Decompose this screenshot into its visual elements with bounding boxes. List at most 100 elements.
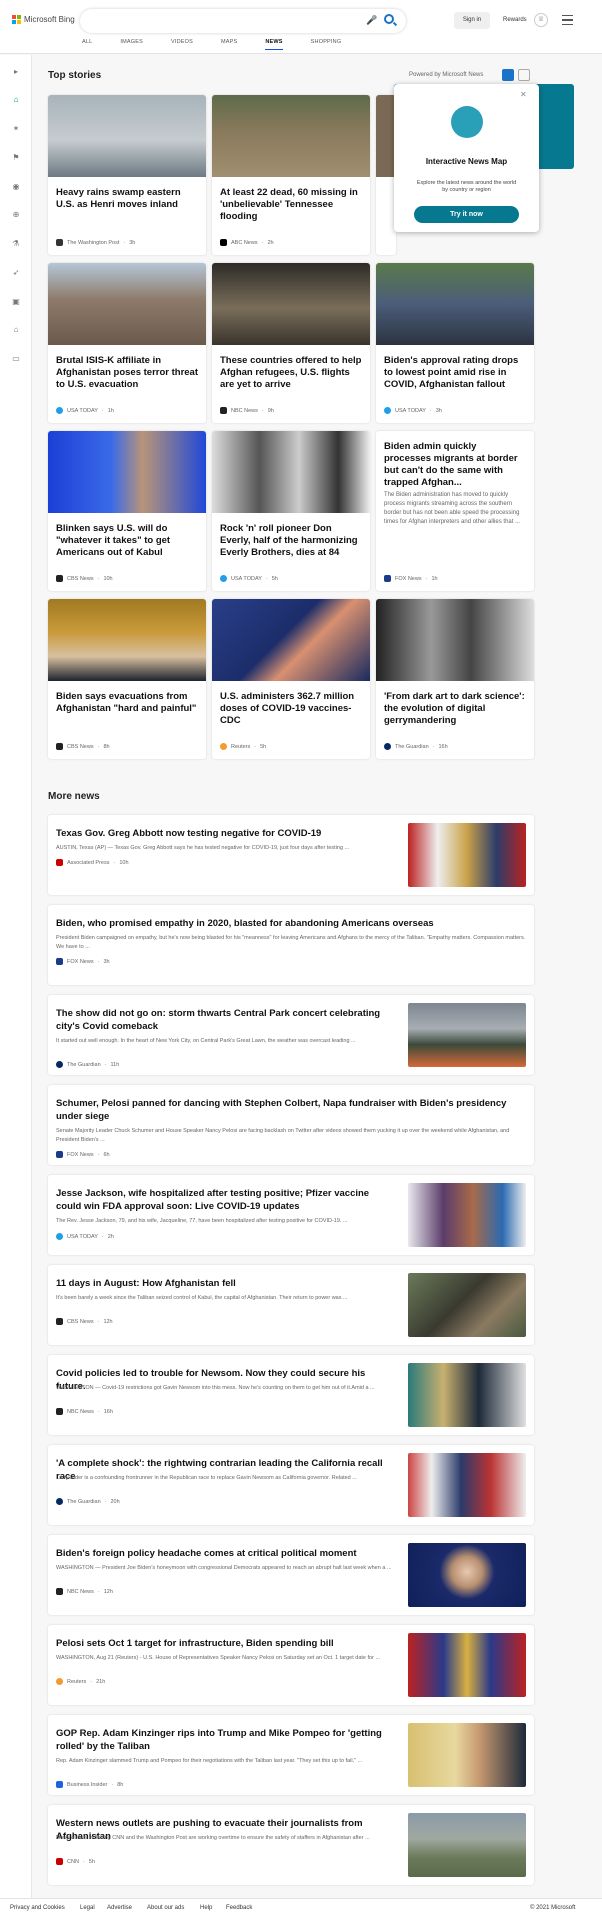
microsoft-logo-icon: [12, 15, 21, 24]
story-card[interactable]: These countries offered to help Afghan r…: [212, 263, 370, 423]
footer-link-privacy[interactable]: Privacy and Cookies: [10, 1905, 65, 1911]
flag-icon[interactable]: ⚑: [9, 151, 23, 165]
source-logo-icon: [220, 575, 227, 582]
news-row[interactable]: Western news outlets are pushing to evac…: [48, 1805, 534, 1885]
bank-icon[interactable]: ⌂: [9, 323, 23, 337]
news-row[interactable]: Texas Gov. Greg Abbott now testing negat…: [48, 815, 534, 895]
news-row[interactable]: Pelosi sets Oct 1 target for infrastruct…: [48, 1625, 534, 1705]
story-snippet: The Biden administration has moved to qu…: [384, 492, 521, 525]
story-card[interactable]: Blinken says U.S. will do "whatever it t…: [48, 431, 206, 591]
row-source: The Guardian · 20h: [56, 1498, 120, 1505]
row-title[interactable]: GOP Rep. Adam Kinzinger rips into Trump …: [56, 1727, 396, 1753]
story-card[interactable]: Biden admin quickly processes migrants a…: [376, 431, 534, 591]
row-title[interactable]: 11 days in August: How Afghanistan fell: [56, 1277, 396, 1290]
story-card[interactable]: 'From dark art to dark science': the evo…: [376, 599, 534, 759]
try-it-now-button[interactable]: Try it now: [414, 206, 519, 223]
row-title[interactable]: The show did not go on: storm thwarts Ce…: [56, 1007, 396, 1033]
story-card[interactable]: At least 22 dead, 60 missing in 'unbelie…: [212, 95, 370, 255]
close-icon[interactable]: ✕: [520, 90, 527, 99]
search-input[interactable]: 🎤: [80, 9, 406, 33]
nav-tabs: ALL IMAGES VIDEOS MAPS NEWS SHOPPING: [82, 39, 369, 50]
microphone-icon[interactable]: 🎤: [366, 15, 377, 26]
rewards-link[interactable]: Rewards: [503, 17, 527, 23]
footer-link-about-ads[interactable]: About our ads: [147, 1905, 184, 1911]
news-row[interactable]: GOP Rep. Adam Kinzinger rips into Trump …: [48, 1715, 534, 1795]
row-image: [408, 1813, 526, 1877]
story-source: CBS News · 8h: [56, 743, 110, 750]
story-source: ABC News · 2h: [220, 239, 274, 246]
search-icon[interactable]: [384, 14, 394, 24]
row-title[interactable]: Biden, who promised empathy in 2020, bla…: [56, 917, 526, 930]
story-card[interactable]: Brutal ISIS-K affiliate in Afghanistan p…: [48, 263, 206, 423]
story-card[interactable]: Biden's approval rating drops to lowest …: [376, 263, 534, 423]
news-row[interactable]: The show did not go on: storm thwarts Ce…: [48, 995, 534, 1075]
story-title[interactable]: Brutal ISIS-K affiliate in Afghanistan p…: [56, 355, 198, 391]
signin-button[interactable]: Sign in: [454, 12, 490, 29]
story-title[interactable]: Rock 'n' roll pioneer Don Everly, half o…: [220, 523, 362, 559]
grid-view-icon[interactable]: [502, 69, 514, 81]
hamburger-menu-icon[interactable]: [562, 15, 573, 25]
story-card[interactable]: Rock 'n' roll pioneer Don Everly, half o…: [212, 431, 370, 591]
tab-shopping[interactable]: SHOPPING: [311, 39, 342, 50]
story-title[interactable]: 'From dark art to dark science': the evo…: [384, 691, 526, 727]
row-title[interactable]: Jesse Jackson, wife hospitalized after t…: [56, 1187, 396, 1213]
row-title[interactable]: Pelosi sets Oct 1 target for infrastruct…: [56, 1637, 396, 1650]
news-row[interactable]: Biden's foreign policy headache comes at…: [48, 1535, 534, 1615]
science-icon[interactable]: ⚗: [9, 237, 23, 251]
row-snippet: The Rev. Jesse Jackson, 79, and his wife…: [56, 1218, 348, 1224]
tab-all[interactable]: ALL: [82, 39, 92, 50]
story-image: [48, 599, 206, 681]
footer-link-advertise[interactable]: Advertise: [107, 1905, 132, 1911]
story-card[interactable]: U.S. administers 362.7 million doses of …: [212, 599, 370, 759]
story-title[interactable]: Heavy rains swamp eastern U.S. as Henri …: [56, 187, 198, 211]
story-title[interactable]: Biden admin quickly processes migrants a…: [384, 441, 526, 489]
news-row[interactable]: 11 days in August: How Afghanistan fell …: [48, 1265, 534, 1345]
story-title[interactable]: These countries offered to help Afghan r…: [220, 355, 362, 391]
news-row[interactable]: Covid policies led to trouble for Newsom…: [48, 1355, 534, 1435]
story-card[interactable]: Heavy rains swamp eastern U.S. as Henri …: [48, 95, 206, 255]
map-view-icon[interactable]: [518, 69, 530, 81]
rocket-icon[interactable]: ➶: [9, 266, 23, 280]
story-image: [376, 95, 396, 177]
tab-videos[interactable]: VIDEOS: [171, 39, 193, 50]
news-row[interactable]: Schumer, Pelosi panned for dancing with …: [48, 1085, 534, 1165]
row-image: [408, 1183, 526, 1247]
bing-logo[interactable]: Microsoft Bing: [12, 15, 75, 24]
rewards-trophy-icon[interactable]: ♕: [534, 13, 548, 27]
row-title[interactable]: Texas Gov. Greg Abbott now testing negat…: [56, 827, 396, 840]
source-logo-icon: [56, 1061, 63, 1068]
news-row[interactable]: Biden, who promised empathy in 2020, bla…: [48, 905, 534, 985]
location-icon[interactable]: ◉: [9, 180, 23, 194]
row-title[interactable]: Biden's foreign policy headache comes at…: [56, 1547, 396, 1560]
row-title[interactable]: Schumer, Pelosi panned for dancing with …: [56, 1097, 526, 1123]
row-source: CBS News · 12h: [56, 1318, 113, 1325]
row-snippet: Senate Majority Leader Chuck Schumer and…: [56, 1128, 510, 1143]
sports-icon[interactable]: ✶: [9, 122, 23, 136]
money-icon[interactable]: ▭: [9, 352, 23, 366]
story-card[interactable]: Biden says evacuations from Afghanistan …: [48, 599, 206, 759]
story-card[interactable]: [376, 95, 396, 255]
tab-images[interactable]: IMAGES: [120, 39, 143, 50]
story-image: [48, 263, 206, 345]
entertainment-icon[interactable]: ▣: [9, 295, 23, 309]
footer-link-legal[interactable]: Legal: [80, 1905, 95, 1911]
globe-icon[interactable]: ⊕: [9, 208, 23, 222]
story-title[interactable]: Biden's approval rating drops to lowest …: [384, 355, 526, 391]
top-stories-heading: Top stories: [48, 70, 102, 81]
story-title[interactable]: Biden says evacuations from Afghanistan …: [56, 691, 198, 715]
story-title[interactable]: U.S. administers 362.7 million doses of …: [220, 691, 362, 727]
story-title[interactable]: Blinken says U.S. will do "whatever it t…: [56, 523, 198, 559]
row-source: FOX News · 3h: [56, 958, 110, 965]
news-row[interactable]: 'A complete shock': the rightwing contra…: [48, 1445, 534, 1525]
tab-news[interactable]: NEWS: [265, 39, 283, 50]
tab-maps[interactable]: MAPS: [221, 39, 237, 50]
footer-link-feedback[interactable]: Feedback: [226, 1905, 252, 1911]
source-logo-icon: [56, 743, 63, 750]
source-logo-icon: [56, 1678, 63, 1685]
home-icon[interactable]: ⌂: [9, 93, 23, 107]
story-title[interactable]: At least 22 dead, 60 missing in 'unbelie…: [220, 187, 362, 223]
expand-chevron-icon[interactable]: ▸: [9, 65, 23, 79]
story-source: USA TODAY · 3h: [384, 407, 442, 414]
footer-link-help[interactable]: Help: [200, 1905, 212, 1911]
news-row[interactable]: Jesse Jackson, wife hospitalized after t…: [48, 1175, 534, 1255]
